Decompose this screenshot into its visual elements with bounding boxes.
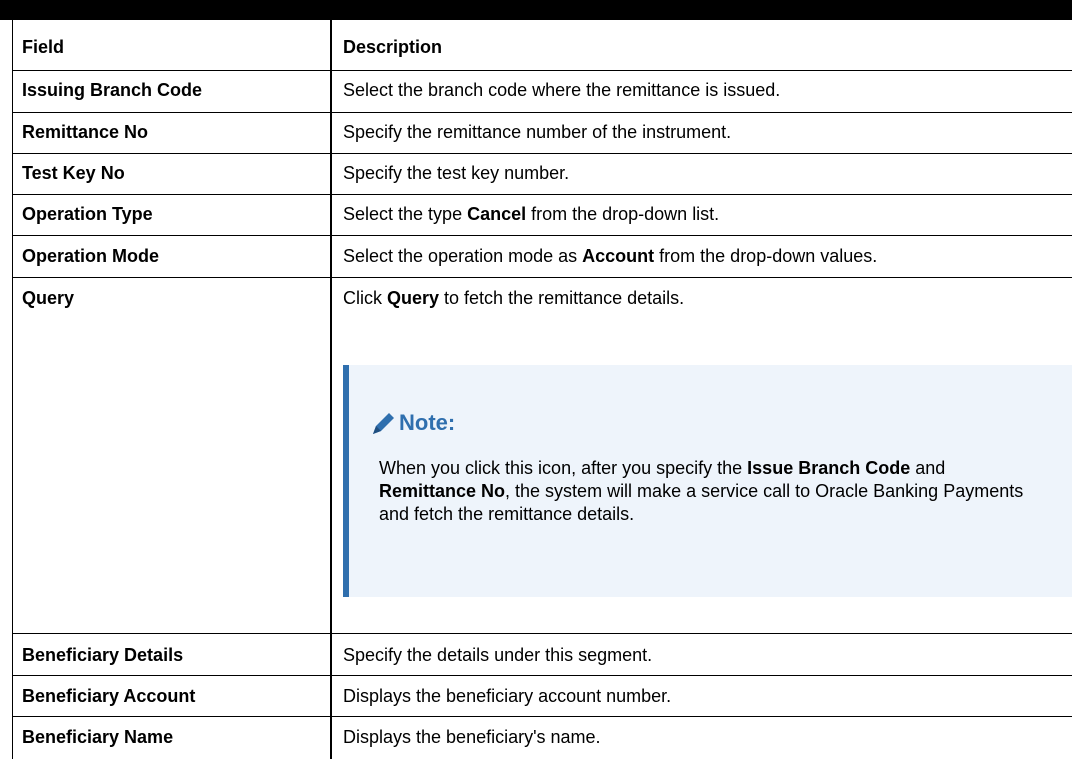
field-beneficiary-details: Beneficiary Details [22,645,184,665]
field-test-key-no: Test Key No [22,163,125,183]
table-left-border [12,20,13,759]
field-remittance-no: Remittance No [22,122,149,142]
field-operation-mode: Operation Mode [22,246,160,266]
field-query: Query [22,288,75,308]
header-field: Field [22,37,65,57]
description-text: Select the branch code where the remitta… [343,80,781,100]
note-emphasis: Remittance No [379,481,506,501]
description-emphasis: Account [582,246,655,266]
row-divider [12,633,1072,634]
description-remittance-no: Specify the remittance number of the ins… [343,121,731,143]
description-query: Click Query to fetch the remittance deta… [343,287,684,309]
note-text: and [910,458,946,478]
description-text: Specify the remittance number of the ins… [343,122,732,142]
description-text: to fetch the remittance details. [439,288,685,308]
header-description: Description [343,37,443,57]
row-divider [12,112,1072,113]
description-beneficiary-details: Specify the details under this segment. [343,644,652,666]
field-issuing-branch-code: Issuing Branch Code [22,80,203,100]
field-operation-type: Operation Type [22,204,153,224]
description-text: Displays the beneficiary account number. [343,686,672,706]
description-text: Select the type [343,204,468,224]
note-body: When you click this icon, after you spec… [379,457,1039,526]
description-beneficiary-account: Displays the beneficiary account number. [343,685,671,707]
table-top-border [0,0,1072,20]
description-text: Displays the beneficiary's name. [343,727,601,747]
description-text: Specify the details under this segment. [343,645,653,665]
description-operation-type: Select the type Cancel from the drop-dow… [343,203,719,225]
description-operation-mode: Select the operation mode as Account fro… [343,245,877,267]
row-divider [12,70,1072,71]
description-emphasis: Cancel [467,204,527,224]
description-text: Select the operation mode as [343,246,583,266]
pencil-icon [373,413,394,434]
description-text: Click [343,288,387,308]
row-divider [12,194,1072,195]
description-text: from the drop-down values. [654,246,878,266]
description-emphasis: Query [387,288,440,308]
note-title: Note: [399,410,456,435]
note-box: Note: When you click this icon, after yo… [343,365,1072,597]
row-divider [12,235,1072,236]
field-beneficiary-name: Beneficiary Name [22,727,174,747]
note-emphasis: Issue Branch Code [747,458,911,478]
row-divider [12,153,1072,154]
row-divider [12,716,1072,717]
description-beneficiary-name: Displays the beneficiary's name. [343,726,601,748]
description-issuing-branch-code: Select the branch code where the remitta… [343,79,780,101]
description-text: from the drop-down list. [526,204,720,224]
row-divider [12,277,1072,278]
note-text: When you click this icon, after you spec… [379,458,748,478]
row-divider [12,675,1072,676]
column-divider [330,20,332,759]
field-beneficiary-account: Beneficiary Account [22,686,196,706]
description-text: Specify the test key number. [343,163,570,183]
description-test-key-no: Specify the test key number. [343,162,569,184]
